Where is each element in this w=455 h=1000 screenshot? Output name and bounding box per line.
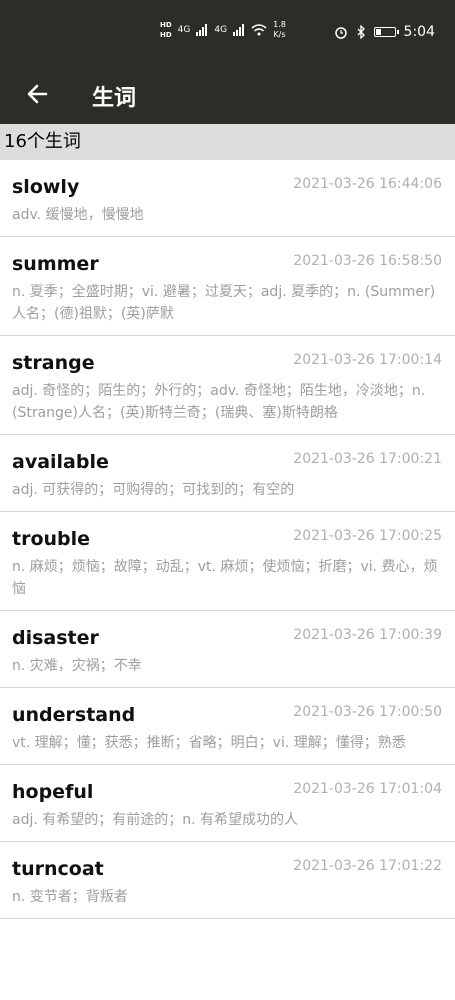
signal-bars-icon-2 [233, 24, 245, 36]
clock: 5:04 [403, 24, 435, 40]
word-definition: vt. 理解；懂；获悉；推断；省略；明白；vi. 理解；懂得；熟悉 [12, 735, 406, 751]
word-list-item[interactable]: slowly 2021-03-26 16:44:06 adv. 缓慢地，慢慢地 [0, 160, 455, 237]
word-timestamp: 2021-03-26 17:00:21 [293, 451, 442, 467]
word-list-item[interactable]: understand 2021-03-26 17:00:50 vt. 理解；懂；获悉… [0, 688, 455, 765]
battery-icon [373, 27, 399, 37]
network-speed: 1.8 K/s [273, 20, 286, 40]
word-timestamp: 2021-03-26 17:00:39 [293, 627, 442, 643]
word-definition: adj. 有希望的；有前途的；n. 有希望成功的人 [12, 812, 299, 828]
word-timestamp: 2021-03-26 17:00:14 [293, 352, 442, 368]
word-definition: n. 麻烦；烦恼；故障；动乱；vt. 麻烦；使烦恼；折磨；vi. 费心，烦恼 [12, 559, 438, 597]
status-right-group: 5:04 [334, 24, 435, 40]
hd-icon-1: HD [160, 21, 172, 29]
word-definition: n. 灾难，灾祸；不幸 [12, 658, 142, 674]
wifi-icon [251, 24, 267, 36]
signal-4g-label-2: 4G [214, 25, 228, 35]
alarm-icon [334, 27, 347, 39]
signal-bars-icon [196, 24, 208, 36]
word-timestamp: 2021-03-26 17:01:04 [293, 781, 442, 797]
signal-4g-label-1: 4G [177, 25, 191, 35]
status-bar: HD HD 4G 4G 1.8 K/s 5:04 [0, 0, 455, 66]
word-timestamp: 2021-03-26 16:58:50 [293, 253, 442, 269]
word-definition: adj. 奇怪的；陌生的；外行的；adv. 奇怪地；陌生地，冷淡地；n. (St… [12, 383, 426, 421]
word-count-header: 16个生词 [0, 124, 455, 160]
hd-icon-2: HD [160, 31, 172, 39]
word-list-item[interactable]: disaster 2021-03-26 17:00:39 n. 灾难，灾祸；不幸 [0, 611, 455, 688]
network-speed-value: 1.8 [273, 20, 286, 29]
word-timestamp: 2021-03-26 17:00:25 [293, 528, 442, 544]
network-speed-unit: K/s [273, 30, 286, 39]
word-definition: n. 夏季；全盛时期；vi. 避暑；过夏天；adj. 夏季的；n. (Summe… [12, 284, 436, 322]
word-list-item[interactable]: turncoat 2021-03-26 17:01:22 n. 变节者；背叛者 [0, 842, 455, 919]
hd-indicator: HD HD [160, 20, 172, 40]
word-timestamp: 2021-03-26 17:00:50 [293, 704, 442, 720]
word-definition: adv. 缓慢地，慢慢地 [12, 207, 144, 223]
page-title: 生词 [92, 86, 137, 111]
app-bar: 生词 [0, 66, 455, 124]
word-list-item[interactable]: summer 2021-03-26 16:58:50 n. 夏季；全盛时期；vi. … [0, 237, 455, 336]
word-timestamp: 2021-03-26 16:44:06 [293, 176, 442, 192]
word-list-item[interactable]: trouble 2021-03-26 17:00:25 n. 麻烦；烦恼；故障；动乱… [0, 512, 455, 611]
bluetooth-icon [357, 25, 365, 39]
word-timestamp: 2021-03-26 17:01:22 [293, 858, 442, 874]
word-list-item[interactable]: hopeful 2021-03-26 17:01:04 adj. 有希望的；有前途的… [0, 765, 455, 842]
back-arrow-icon[interactable] [22, 78, 54, 110]
word-list-item[interactable]: strange 2021-03-26 17:00:14 adj. 奇怪的；陌生的；外… [0, 336, 455, 435]
status-network-group: HD HD 4G 4G 1.8 K/s [160, 20, 286, 40]
word-definition: adj. 可获得的；可购得的；可找到的；有空的 [12, 482, 295, 498]
word-list-item[interactable]: available 2021-03-26 17:00:21 adj. 可获得的；可购… [0, 435, 455, 512]
word-definition: n. 变节者；背叛者 [12, 889, 128, 905]
word-list: slowly 2021-03-26 16:44:06 adv. 缓慢地，慢慢地 sum… [0, 160, 455, 919]
